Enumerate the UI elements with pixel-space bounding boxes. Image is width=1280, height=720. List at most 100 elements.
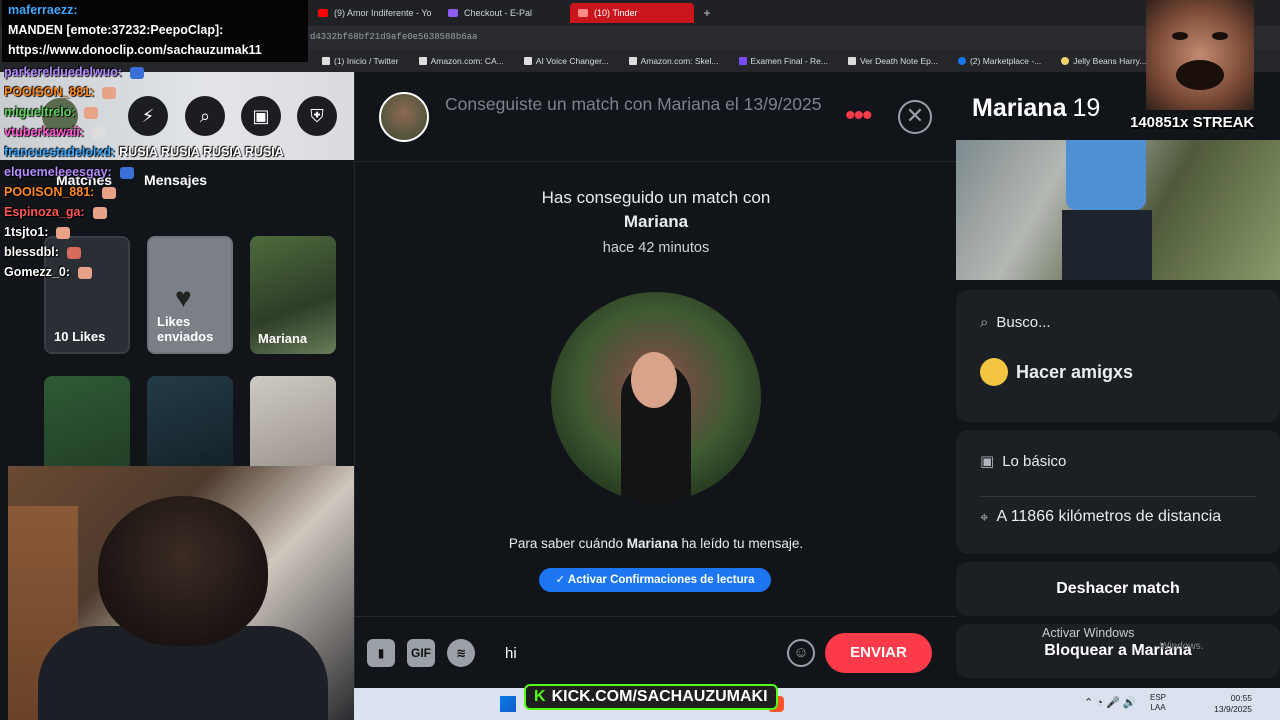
match-name: Mariana bbox=[258, 331, 308, 346]
basics-label-row: ▣ Lo básico bbox=[980, 452, 1066, 471]
gif-button[interactable]: GIF bbox=[407, 639, 435, 667]
watermark-title: Activar Windows bbox=[1042, 626, 1135, 640]
chat-username: elquemeleeesgay: bbox=[4, 165, 112, 179]
more-options-icon[interactable]: ••• bbox=[845, 101, 872, 131]
chat-username: Gomezz_0: bbox=[4, 265, 70, 279]
bookmark-label: Jelly Beans Harry... bbox=[1073, 56, 1147, 66]
emote-icon bbox=[56, 226, 71, 239]
looking-for-card: ⌕ Busco... Hacer amigxs bbox=[956, 290, 1280, 422]
emoji-icon[interactable]: ☺ bbox=[787, 639, 815, 667]
bookmark-marketplace[interactable]: (2) Marketplace -... bbox=[957, 56, 1041, 66]
match-time: hace 42 minutos bbox=[602, 240, 710, 256]
spotify-icon[interactable]: ≋ bbox=[447, 639, 475, 667]
read-receipts-text: ha leído tu mensaje. bbox=[677, 536, 804, 551]
webcam-person-head bbox=[98, 496, 268, 646]
profile-name: Mariana 19 bbox=[972, 94, 1100, 123]
system-clock[interactable]: 00:55 13/9/2025 bbox=[1210, 693, 1252, 715]
chat-line: blessdbl: bbox=[4, 242, 312, 262]
waving-hand-icon bbox=[980, 358, 1008, 386]
amazon-icon bbox=[628, 57, 637, 65]
bookmark-amazon-ca[interactable]: Amazon.com: CA... bbox=[418, 56, 504, 66]
page-icon bbox=[848, 57, 856, 65]
clock-time: 00:55 bbox=[1230, 693, 1252, 703]
kick-url: KICK.COM/SACHAUZUMAKI bbox=[551, 688, 768, 705]
heart-icon: ♥ bbox=[175, 282, 192, 313]
system-tray[interactable]: ⌃ ◔ 🎤 🔊 bbox=[1084, 696, 1136, 709]
close-conversation-button[interactable]: ✕ bbox=[898, 100, 932, 134]
bookmark-label: (1) Inicio / Twitter bbox=[334, 56, 399, 66]
chat-text: https://www.donoclip.com/sachauzumak11 bbox=[8, 43, 262, 57]
screen: (9) Amor Indiferente - Yo Checkout - E-P… bbox=[0, 0, 1280, 720]
basics-card: ▣ Lo básico ⌖ A 11866 kilómetros de distan… bbox=[956, 430, 1280, 554]
bookmark-twitter[interactable]: (1) Inicio / Twitter bbox=[322, 56, 399, 66]
send-button[interactable]: ENVIAR bbox=[825, 633, 932, 673]
chat-line: maferraezz: bbox=[8, 0, 302, 20]
emote-icon bbox=[83, 106, 98, 119]
photo-pants bbox=[1062, 210, 1152, 280]
twitter-icon bbox=[322, 57, 330, 65]
language-indicator[interactable]: ESP LAA bbox=[1150, 693, 1166, 713]
browser-tab-epal[interactable]: Checkout - E-Pal bbox=[440, 3, 564, 23]
unmatch-button[interactable]: Deshacer match bbox=[956, 562, 1280, 616]
message-composer: ▮ GIF ≋ ☺ ENVIAR bbox=[355, 616, 957, 688]
windows-taskbar: ⌃ ◔ 🎤 🔊 ESP LAA 00:55 13/9/2025 bbox=[354, 688, 1280, 720]
read-receipts-name: Mariana bbox=[626, 536, 678, 551]
chat-username: Espinoza_ga: bbox=[4, 205, 85, 219]
unmatch-card: Deshacer match bbox=[956, 562, 1280, 616]
chat-line: vtuberkawaii: bbox=[4, 122, 312, 142]
chat-username: POOISON_881: bbox=[4, 85, 95, 99]
match-message: Has conseguido un match con Mariana bbox=[355, 186, 957, 234]
read-receipts-text: Para saber cuándo bbox=[508, 536, 627, 551]
bookmark-examen[interactable]: Examen Final - Re... bbox=[738, 56, 828, 66]
emote-icon bbox=[66, 246, 81, 259]
lang-code: ESP bbox=[1150, 693, 1167, 702]
bookmark-voice-changer[interactable]: AI Voice Changer... bbox=[523, 56, 609, 66]
bookmark-amazon-skel[interactable]: Amazon.com: Skel... bbox=[628, 56, 719, 66]
chat-text: MANDEN [emote:37232:PeepoClap]: bbox=[8, 23, 224, 37]
chat-line: POOISON_881: bbox=[4, 82, 312, 102]
youtube-icon bbox=[318, 9, 328, 17]
windows-start-icon[interactable] bbox=[500, 696, 516, 712]
profile-name-text: Mariana bbox=[972, 94, 1067, 122]
chat-line: elquemeleeesgay: bbox=[4, 162, 312, 182]
windows-activation-watermark: Activar Windows Windows. bbox=[1042, 626, 1203, 654]
match-photo[interactable] bbox=[551, 292, 761, 502]
profile-photo[interactable] bbox=[956, 140, 1280, 280]
face-eye bbox=[1172, 32, 1188, 40]
streak-counter: 140851x STREAK bbox=[1130, 114, 1255, 131]
bookmark-label: AI Voice Changer... bbox=[535, 56, 609, 66]
distance-row: ⌖ A 11866 kilómetros de distancia bbox=[980, 508, 1221, 526]
new-tab-button[interactable]: + bbox=[700, 6, 714, 20]
chat-username: 1tsjto1: bbox=[4, 225, 49, 239]
tab-label: (10) Tinder bbox=[594, 8, 638, 18]
profile-panel: Mariana 19 ⌕ Busco... Hacer amigxs ▣ Lo bás… bbox=[956, 72, 1280, 688]
conversation-header: Conseguiste un match con Mariana el 13/9… bbox=[355, 72, 957, 162]
bookmark-jelly-beans[interactable]: Jelly Beans Harry... bbox=[1061, 56, 1146, 66]
epal-icon bbox=[448, 9, 458, 17]
chat-username: POOISON_881: bbox=[4, 185, 95, 199]
emote-icon bbox=[91, 126, 106, 139]
browser-tab-youtube[interactable]: (9) Amor Indiferente - Yo bbox=[310, 3, 434, 23]
location-pin-icon: ⌖ bbox=[980, 508, 989, 526]
watermark-subtitle: Windows. bbox=[1160, 641, 1204, 652]
bookmark-death-note[interactable]: Ver Death Note Ep... bbox=[848, 56, 938, 66]
chat-highlight: maferraezz: MANDEN [emote:37232:PeepoCla… bbox=[2, 0, 308, 62]
match-avatar[interactable] bbox=[379, 92, 429, 142]
face-eye bbox=[1212, 32, 1228, 40]
enable-read-receipts-button[interactable]: ✓ Activar Confirmaciones de lectura bbox=[539, 568, 771, 592]
emote-icon bbox=[78, 266, 92, 279]
looking-for-label-row: ⌕ Busco... bbox=[980, 314, 1051, 331]
chat-line: https://www.donoclip.com/sachauzumak11 bbox=[8, 40, 302, 60]
clock-date: 13/9/2025 bbox=[1214, 704, 1252, 714]
profile-age: 19 bbox=[1072, 94, 1101, 122]
likes-count: 10 Likes bbox=[54, 329, 106, 344]
id-card-icon: ▣ bbox=[980, 453, 995, 470]
search-icon: ⌕ bbox=[980, 314, 989, 331]
chat-text: RUSIA RUSIA RUSIA RUSIA bbox=[119, 145, 284, 159]
message-input[interactable] bbox=[505, 641, 775, 665]
distance-text: A 11866 kilómetros de distancia bbox=[996, 508, 1222, 525]
browser-tab-tinder[interactable]: (10) Tinder bbox=[570, 3, 694, 23]
bookmark-label: Amazon.com: CA... bbox=[430, 56, 504, 66]
lang-layout: LAA bbox=[1150, 703, 1166, 712]
sticker-icon[interactable]: ▮ bbox=[367, 639, 395, 667]
